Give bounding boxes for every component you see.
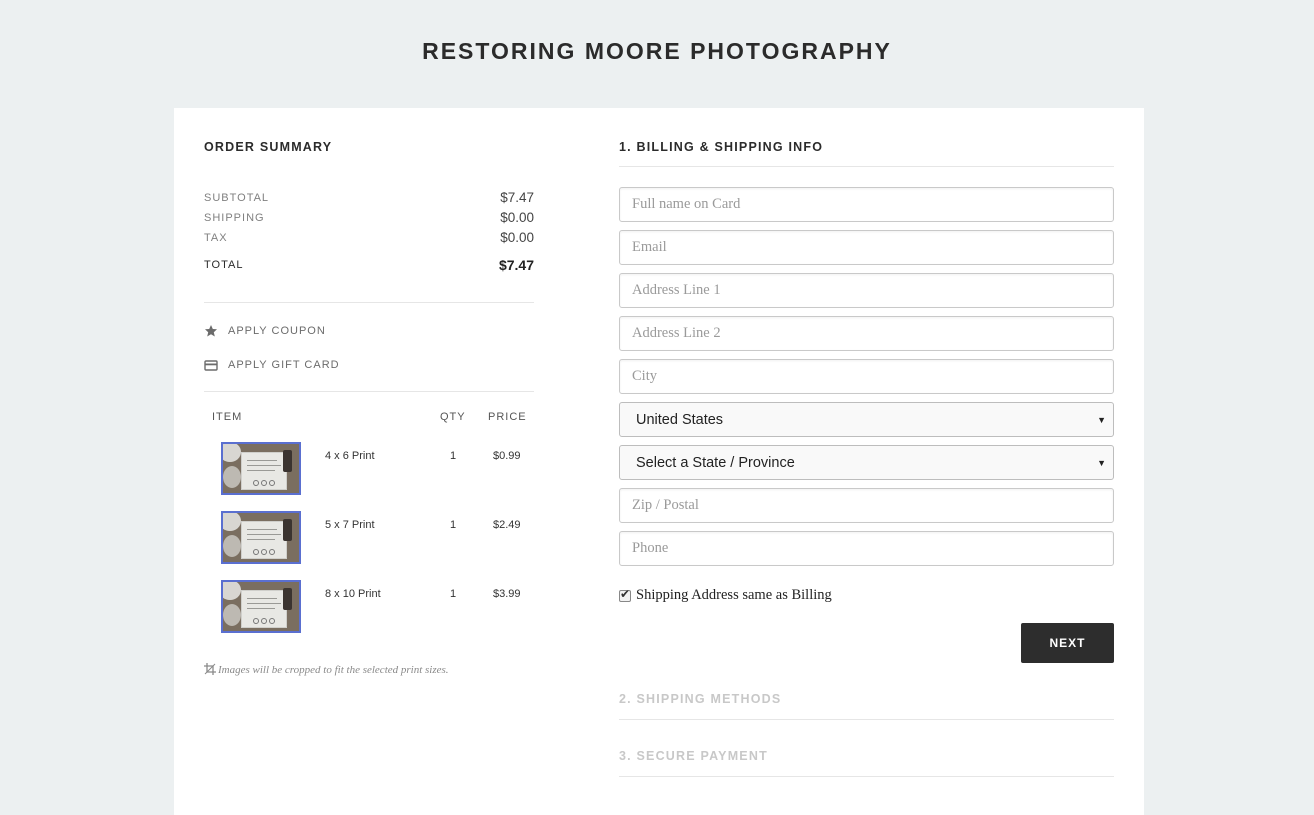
item-name: 5 x 7 Print [325,519,375,531]
crop-note-text: Images will be cropped to fit the select… [218,664,449,676]
item-price: $2.49 [493,519,521,531]
divider [619,719,1114,720]
item-name: 4 x 6 Print [325,450,375,462]
address-line-2-input[interactable] [619,316,1114,351]
state-select-value: Select a State / Province [636,454,795,471]
total-value: $7.47 [498,257,534,273]
shipping-value: $0.00 [500,210,534,225]
tax-row: TAX $0.00 [204,230,534,248]
table-row: 8 x 10 Print 1 $3.99 [204,580,534,634]
site-title: RESTORING MOORE PHOTOGRAPHY [422,38,892,64]
checkout-card: ORDER SUMMARY SUBTOTAL $7.47 SHIPPING $0… [174,108,1144,815]
price-column-header: PRICE [488,411,527,423]
shipping-label: SHIPPING [204,212,265,224]
crop-note: Images will be cropped to fit the select… [204,663,449,676]
address-line-1-input[interactable] [619,273,1114,308]
same-address-option: ✔ Shipping Address same as Billing [619,587,832,604]
subtotal-row: SUBTOTAL $7.47 [204,190,534,208]
divider [619,166,1114,167]
apply-coupon-label: APPLY COUPON [228,325,326,337]
item-price: $0.99 [493,450,521,462]
tax-value: $0.00 [500,230,534,245]
secure-payment-step[interactable]: 3. SECURE PAYMENT [619,749,768,763]
apply-gift-card-label: APPLY GIFT CARD [228,359,340,371]
shipping-row: SHIPPING $0.00 [204,210,534,228]
order-summary-heading: ORDER SUMMARY [204,140,333,154]
credit-card-icon [204,358,218,372]
country-select-value: United States [636,411,724,428]
print-thumbnail [221,442,301,495]
item-price: $3.99 [493,588,521,600]
item-name: 8 x 10 Print [325,588,381,600]
print-thumbnail [221,580,301,633]
item-qty: 1 [450,450,457,462]
star-icon [204,324,218,338]
item-qty: 1 [450,519,457,531]
print-thumbnail [221,511,301,564]
shipping-methods-step[interactable]: 2. SHIPPING METHODS [619,692,781,706]
divider [204,302,534,303]
full-name-input[interactable] [619,187,1114,222]
checkmark-icon: ✔ [620,586,631,601]
table-row: 5 x 7 Print 1 $2.49 [204,511,534,565]
city-input[interactable] [619,359,1114,394]
apply-coupon-button[interactable]: APPLY COUPON [204,323,326,339]
chevron-down-icon: ▼ [1097,415,1106,425]
crop-icon [204,663,216,675]
chevron-down-icon: ▼ [1097,458,1106,468]
zip-input[interactable] [619,488,1114,523]
same-address-label: Shipping Address same as Billing [636,587,832,603]
billing-heading: 1. BILLING & SHIPPING INFO [619,140,824,154]
total-row: TOTAL $7.47 [204,257,534,275]
divider [204,391,534,392]
subtotal-label: SUBTOTAL [204,192,270,204]
item-qty: 1 [450,588,457,600]
phone-input[interactable] [619,531,1114,566]
table-row: 4 x 6 Print 1 $0.99 [204,442,534,496]
apply-gift-card-button[interactable]: APPLY GIFT CARD [204,357,340,373]
subtotal-value: $7.47 [500,190,534,205]
qty-column-header: QTY [440,411,466,423]
tax-label: TAX [204,232,228,244]
state-select[interactable]: Select a State / Province ▼ [619,445,1114,480]
same-address-checkbox[interactable]: ✔ [619,586,631,602]
item-column-header: ITEM [212,411,243,423]
divider [619,776,1114,777]
total-label: TOTAL [204,259,244,271]
email-input[interactable] [619,230,1114,265]
next-button[interactable]: NEXT [1021,623,1114,663]
country-select[interactable]: United States ▼ [619,402,1114,437]
